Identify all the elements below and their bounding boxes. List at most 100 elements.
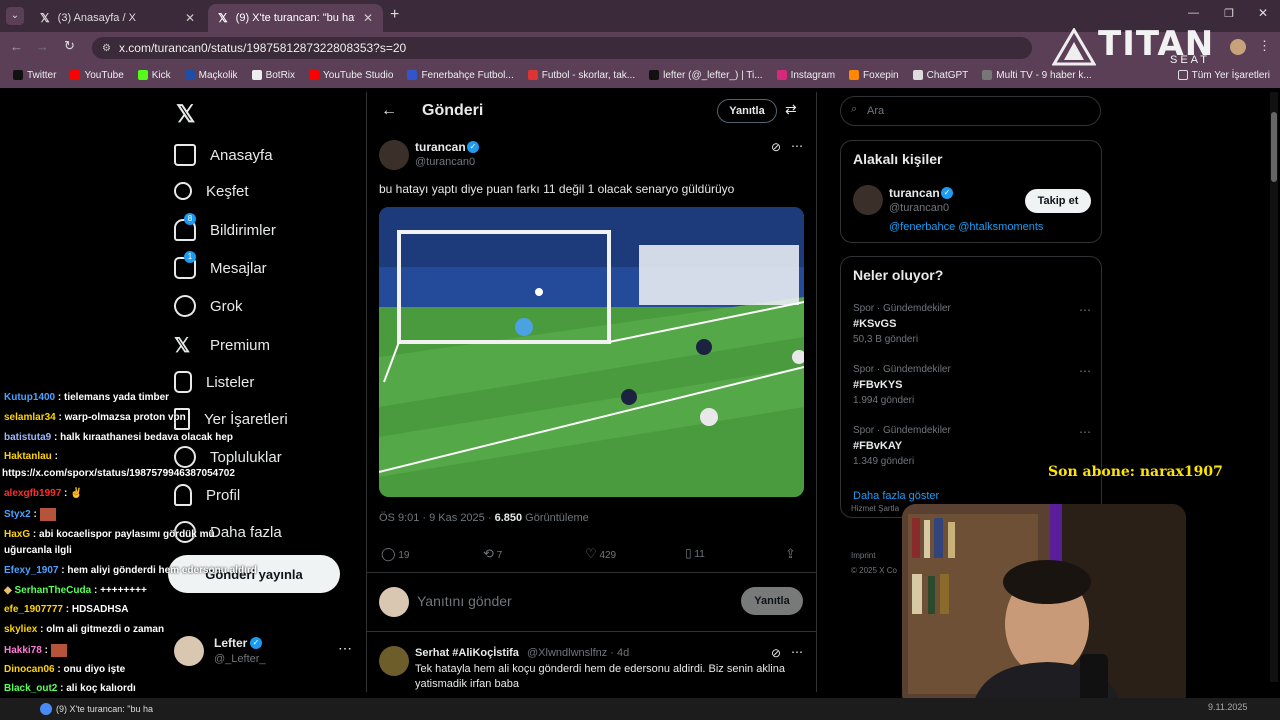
main-column: ← Gönderi Yanıtla ⇄ turancan ✓ @turancan… <box>366 92 817 692</box>
reply-action[interactable]: ◯ 19 <box>381 546 409 562</box>
bookmark-fenerbahce[interactable]: Fenerbahçe Futbol... <box>400 70 520 81</box>
tweet-actions: ◯ 19 ⟲ 7 ♡ 429 ▯ 11 ⇪ <box>381 546 801 566</box>
bookmark-chatgpt[interactable]: ChatGPT <box>906 70 976 81</box>
more-icon[interactable]: ⋯ <box>791 645 803 659</box>
follow-button[interactable]: Takip et <box>1025 189 1091 213</box>
address-bar[interactable]: ⚙ x.com/turancan0/status/198758128732280… <box>92 37 1032 59</box>
show-more-link[interactable]: Daha fazla göster <box>853 490 939 502</box>
browser-tab-home[interactable]: 𝕏 (3) Anasayfa / X ✕ <box>30 4 205 32</box>
trend-category: Spor · Gündemdekiler <box>853 364 951 375</box>
x-logo-icon <box>13 70 23 80</box>
nav-notifications[interactable]: 8 Bildirimler <box>174 213 276 241</box>
more-icon[interactable]: ⋯ <box>1079 303 1091 317</box>
reply-tweet[interactable]: Serhat #AliKoçİstifa @Xlwndlwnslfnz · 4d… <box>367 640 817 692</box>
bookmark-youtube-studio[interactable]: YouTube Studio <box>302 70 400 81</box>
foxepin-icon <box>849 70 860 80</box>
bookmark-action[interactable]: ▯ 11 <box>685 546 705 560</box>
chat-message: Styx2 : <box>4 508 56 521</box>
search-placeholder: Ara <box>867 105 885 117</box>
avatar[interactable] <box>1230 39 1246 55</box>
all-bookmarks[interactable]: Tüm Yer İşaretleri <box>1171 70 1280 81</box>
author-name[interactable]: turancan <box>415 140 466 154</box>
nav-home[interactable]: Anasayfa <box>174 144 273 166</box>
close-window-button[interactable]: ✕ <box>1258 6 1268 20</box>
minimize-button[interactable]: — <box>1188 7 1199 19</box>
bookmark-twitter[interactable]: Twitter <box>6 70 63 81</box>
trend-category: Spor · Gündemdekiler <box>853 425 951 436</box>
forward-icon[interactable]: → <box>36 39 49 54</box>
menu-icon[interactable]: ⋮ <box>1258 38 1271 54</box>
bookmark-instagram[interactable]: Instagram <box>770 70 842 81</box>
search-input[interactable]: ⌕ Ara <box>840 96 1101 126</box>
like-action[interactable]: ♡ 429 <box>585 546 616 562</box>
bookmark-kick[interactable]: Kick <box>131 70 178 81</box>
chat-text: https://x.com/sporx/status/1987579946387… <box>2 468 235 479</box>
back-arrow-icon[interactable]: ← <box>381 102 397 120</box>
chat-message: selamlar34 : warp-olmazsa proton vpn <box>4 412 186 423</box>
bookmark-mackolik[interactable]: Maçkolik <box>178 70 245 81</box>
chatgpt-icon <box>912 70 923 80</box>
chat-user: Efexy_1907 <box>4 565 59 576</box>
nav-label: Anasayfa <box>210 146 273 164</box>
browser-tab-active[interactable]: 𝕏 (9) X'te turancan: "bu hatayı ya ✕ <box>208 4 383 32</box>
page-scrollbar[interactable] <box>1270 92 1278 682</box>
reply-header-button[interactable]: Yanıtla <box>717 99 777 123</box>
reply-input[interactable]: Yanıtını gönder <box>417 593 512 609</box>
reply-author-name: Serhat #AliKoçİstifa <box>415 647 519 659</box>
trend-item[interactable]: Spor · Gündemdekiler #FBvKYS 1.994 gönde… <box>853 364 1091 406</box>
bookmark-futbol[interactable]: Futbol - skorlar, tak... <box>521 70 642 81</box>
notification-badge: 8 <box>184 213 196 225</box>
footer-link[interactable]: Imprint <box>851 551 875 560</box>
bookmark-botrix[interactable]: BotRix <box>245 70 302 81</box>
related-bio[interactable]: @fenerbahce @htalksmoments <box>889 221 1043 233</box>
close-icon[interactable]: ✕ <box>363 11 373 25</box>
reply-submit-button[interactable]: Yanıtla <box>741 587 803 615</box>
avatar[interactable] <box>379 140 409 170</box>
share-icon[interactable]: ⇪ <box>785 546 796 562</box>
bookmark-foxepin[interactable]: Foxepin <box>842 70 906 81</box>
site-info-icon[interactable]: ⚙ <box>102 43 111 54</box>
scrollbar-thumb[interactable] <box>1271 112 1277 182</box>
tweet-media[interactable] <box>379 207 804 497</box>
related-handle: @turancan0 <box>889 202 950 214</box>
grok-icon[interactable]: ⊘ <box>771 140 781 154</box>
verified-icon: ✓ <box>941 187 953 199</box>
maximize-button[interactable]: ❐ <box>1224 7 1234 20</box>
bookmark-youtube[interactable]: YouTube <box>63 70 130 81</box>
trend-item[interactable]: Spor · Gündemdekiler #FBvKAY 1.349 gönde… <box>853 425 1091 467</box>
nav-explore[interactable]: Keşfet <box>174 182 249 200</box>
tab-title: (3) Anasayfa / X <box>57 12 136 24</box>
more-icon[interactable]: ⋯ <box>338 640 352 657</box>
tab-search-button[interactable]: ⌄ <box>6 7 24 25</box>
bookmark-tiktok[interactable]: lefter (@_lefter_) | Ti... <box>642 70 769 81</box>
retweet-icon: ⟲ <box>483 546 494 561</box>
fenerbahce-icon <box>407 70 418 80</box>
url-text: x.com/turancan0/status/19875812873228083… <box>118 41 407 55</box>
nav-messages[interactable]: 1 Mesajlar <box>174 251 267 279</box>
retweet-action[interactable]: ⟲ 7 <box>483 546 502 562</box>
last-subscriber: Son abone: narax1907 <box>1048 464 1223 480</box>
taskbar-browser-item[interactable]: (9) X'te turancan: "bu ha <box>40 700 176 718</box>
more-icon[interactable]: ⋯ <box>1079 364 1091 378</box>
more-icon[interactable]: ⋯ <box>1079 425 1091 439</box>
grok-icon[interactable]: ⊘ <box>771 646 781 660</box>
sliders-icon[interactable]: ⇄ <box>785 101 797 118</box>
new-tab-button[interactable]: + <box>390 6 399 24</box>
reload-icon[interactable]: ↻ <box>64 38 75 54</box>
avatar[interactable] <box>853 185 883 215</box>
nav-grok[interactable]: Grok <box>169 290 243 322</box>
emote-icon <box>39 508 56 521</box>
chat-user: Haktanlau <box>4 451 52 462</box>
trend-item[interactable]: Spor · Gündemdekiler #KSvGS 50,3 B gönde… <box>853 303 1091 345</box>
close-icon[interactable]: ✕ <box>185 11 195 25</box>
related-name[interactable]: turancan <box>889 186 940 200</box>
nav-premium[interactable]: 𝕏 Premium <box>174 333 270 358</box>
bookmark-multitv[interactable]: Multi TV - 9 haber k... <box>975 70 1098 81</box>
footer-link[interactable]: Hizmet Şartla <box>851 504 899 513</box>
back-icon[interactable]: ← <box>10 39 23 54</box>
x-logo-icon[interactable]: 𝕏 <box>176 100 195 129</box>
more-icon[interactable]: ⋯ <box>791 139 803 153</box>
nav-label: Grok <box>210 297 243 315</box>
chat-user: selamlar34 <box>4 412 56 423</box>
chat-message: Dinocan06 : onu diyo işte <box>4 664 126 675</box>
